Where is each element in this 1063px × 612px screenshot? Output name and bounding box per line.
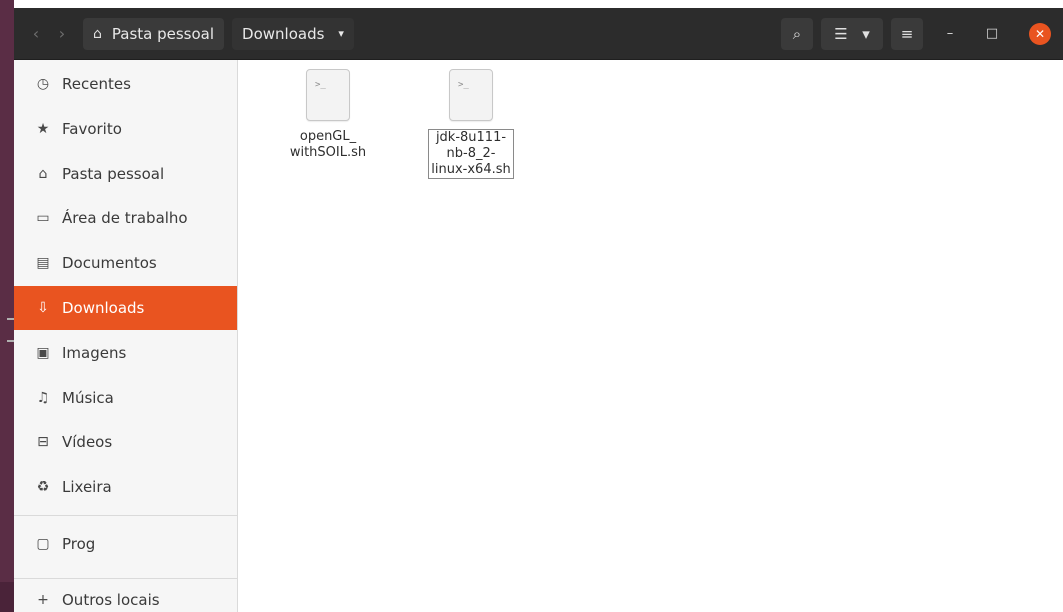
file-manager-window: ‹ › ⌂ Pasta pessoal Downloads ▾ ⌕ ☰ ▾ ≡ … <box>14 8 1063 612</box>
sidebar-item-label: Documentos <box>62 254 157 272</box>
desktop-mark <box>7 340 14 342</box>
sidebar-item-imagens[interactable]: ▣ Imagens <box>14 331 237 375</box>
desktop-icon: ▭ <box>36 210 50 226</box>
file-name-line: jdk-8u111- <box>435 130 507 145</box>
sidebar: ◷ Recentes ★ Favorito ⌂ Pasta pessoal ▭ … <box>14 60 238 612</box>
trash-icon: ♻ <box>36 479 50 495</box>
document-icon: ▤ <box>36 255 50 271</box>
sidebar-item-downloads[interactable]: ⇩ Downloads <box>14 286 237 330</box>
minimize-button[interactable]: – <box>935 19 965 49</box>
sidebar-item-label: Pasta pessoal <box>62 165 165 183</box>
sidebar-item-label: Favorito <box>62 120 122 138</box>
sidebar-item-label: Música <box>62 389 114 407</box>
chevron-down-icon: ▾ <box>862 24 870 43</box>
sidebar-item-label: Vídeos <box>62 433 113 451</box>
folder-icon: ▢ <box>36 536 50 552</box>
file-name: jdk-8u111- nb-8_2- linux-x64.sh <box>428 129 514 179</box>
sidebar-item-label: Imagens <box>62 344 127 362</box>
sidebar-item-pasta-pessoal[interactable]: ⌂ Pasta pessoal <box>14 152 237 196</box>
terminal-prompt-icon: >_ <box>458 80 469 90</box>
sidebar-item-recentes[interactable]: ◷ Recentes <box>14 62 237 106</box>
music-icon: ♫ <box>36 390 50 406</box>
sidebar-item-documentos[interactable]: ▤ Documentos <box>14 241 237 285</box>
header-bar: ‹ › ⌂ Pasta pessoal Downloads ▾ ⌕ ☰ ▾ ≡ … <box>14 8 1063 60</box>
script-file-icon: >_ <box>449 69 493 121</box>
sidebar-item-lixeira[interactable]: ♻ Lixeira <box>14 465 237 509</box>
script-file-icon: >_ <box>306 69 350 121</box>
desktop-dock-edge <box>0 582 14 612</box>
forward-button[interactable]: › <box>49 18 75 50</box>
file-name-line: nb-8_2- <box>446 146 496 161</box>
sidebar-item-label: Lixeira <box>62 478 112 496</box>
file-view[interactable]: >_ openGL_ withSOIL.sh >_ jdk-8u111- nb-… <box>239 60 1063 612</box>
sidebar-item-label: Área de trabalho <box>62 209 188 227</box>
navigation-buttons: ‹ › <box>23 18 75 50</box>
search-icon: ⌕ <box>792 24 802 43</box>
terminal-prompt-icon: >_ <box>315 80 326 90</box>
hamburger-menu-icon: ≡ <box>900 24 914 43</box>
chevron-down-icon: ▾ <box>338 27 344 40</box>
sidebar-item-area-de-trabalho[interactable]: ▭ Área de trabalho <box>14 196 237 240</box>
desktop-background <box>0 0 14 612</box>
sidebar-item-label: Prog <box>62 535 96 553</box>
close-icon: ✕ <box>1034 26 1046 41</box>
header-tools: ⌕ ☰ ▾ ≡ – □ ✕ <box>773 17 1051 50</box>
sidebar-item-musica[interactable]: ♫ Música <box>14 376 237 420</box>
sidebar-item-prog[interactable]: ▢ Prog <box>14 522 237 566</box>
maximize-button[interactable]: □ <box>977 19 1007 49</box>
menu-button[interactable]: ≡ <box>891 17 923 50</box>
plus-icon: + <box>37 592 49 608</box>
file-item[interactable]: >_ jdk-8u111- nb-8_2- linux-x64.sh <box>419 69 523 179</box>
path-label-home: Pasta pessoal <box>111 24 215 43</box>
sidebar-item-label: Downloads <box>62 299 145 317</box>
file-name-line: openGL_ <box>299 129 357 144</box>
file-name: openGL_ withSOIL.sh <box>278 129 378 161</box>
file-name-line: withSOIL.sh <box>289 145 367 160</box>
back-button[interactable]: ‹ <box>23 18 49 50</box>
home-icon: ⌂ <box>38 166 48 182</box>
desktop-mark <box>7 318 14 320</box>
view-options-button[interactable]: ☰ ▾ <box>821 17 883 50</box>
sidebar-item-label: Outros locais <box>62 591 160 609</box>
file-item[interactable]: >_ openGL_ withSOIL.sh <box>276 69 380 161</box>
sidebar-item-videos[interactable]: ⊟ Vídeos <box>14 420 237 464</box>
download-icon: ⇩ <box>37 300 49 316</box>
path-button-downloads[interactable]: Downloads ▾ <box>232 17 354 50</box>
sidebar-item-favorito[interactable]: ★ Favorito <box>14 107 237 151</box>
file-name-line: linux-x64.sh <box>431 162 511 177</box>
sidebar-item-outros-locais[interactable]: + Outros locais <box>14 578 237 612</box>
image-icon: ▣ <box>36 345 50 361</box>
video-icon: ⊟ <box>37 434 49 450</box>
maximize-icon: □ <box>985 26 999 41</box>
home-icon: ⌂ <box>93 25 102 42</box>
path-button-home[interactable]: ⌂ Pasta pessoal <box>83 17 225 50</box>
path-label-downloads: Downloads <box>242 24 325 43</box>
minimize-icon: – <box>946 26 954 41</box>
sidebar-divider <box>14 515 237 516</box>
clock-icon: ◷ <box>36 76 50 92</box>
star-icon: ★ <box>36 121 50 137</box>
close-button[interactable]: ✕ <box>1029 22 1051 45</box>
list-view-icon: ☰ <box>834 24 848 43</box>
sidebar-item-label: Recentes <box>62 75 131 93</box>
search-button[interactable]: ⌕ <box>781 17 813 50</box>
